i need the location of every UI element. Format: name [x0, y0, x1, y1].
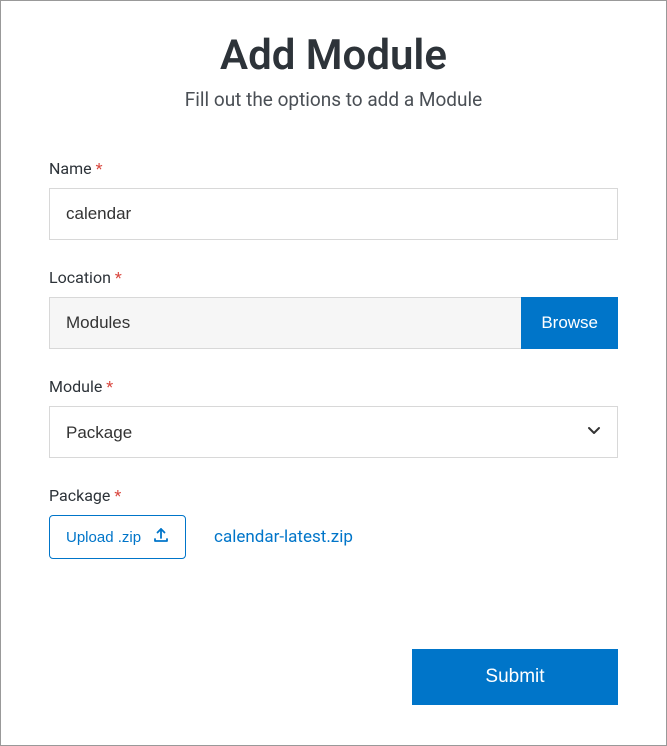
location-field-group: Location * Browse [49, 268, 618, 349]
package-upload-row: Upload .zip calendar-latest.zip [49, 515, 618, 559]
required-asterisk: * [96, 159, 103, 178]
name-label: Name * [49, 159, 618, 178]
location-label: Location * [49, 268, 618, 287]
location-label-text: Location [49, 268, 111, 287]
form-header: Add Module Fill out the options to add a… [49, 31, 618, 111]
name-input[interactable] [49, 188, 618, 240]
upload-icon [153, 527, 169, 547]
module-select-wrapper: Package [49, 406, 618, 458]
required-asterisk: * [106, 377, 113, 396]
module-label: Module * [49, 377, 618, 396]
upload-zip-button[interactable]: Upload .zip [49, 515, 186, 559]
page-title: Add Module [49, 31, 618, 80]
submit-button[interactable]: Submit [412, 649, 618, 705]
required-asterisk: * [115, 268, 122, 287]
required-asterisk: * [114, 486, 121, 505]
uploaded-filename: calendar-latest.zip [214, 527, 353, 547]
location-input-group: Browse [49, 297, 618, 349]
upload-button-label: Upload .zip [66, 529, 141, 546]
module-field-group: Module * Package [49, 377, 618, 458]
page-subtitle: Fill out the options to add a Module [49, 88, 618, 111]
browse-button[interactable]: Browse [521, 297, 618, 349]
module-label-text: Module [49, 377, 102, 396]
package-label: Package * [49, 486, 618, 505]
name-field-group: Name * [49, 159, 618, 240]
form-footer: Submit [49, 649, 618, 705]
package-label-text: Package [49, 486, 110, 505]
name-label-text: Name [49, 159, 92, 178]
package-field-group: Package * Upload .zip calendar-latest.zi… [49, 486, 618, 559]
module-select[interactable]: Package [49, 406, 618, 458]
location-input[interactable] [49, 297, 521, 349]
